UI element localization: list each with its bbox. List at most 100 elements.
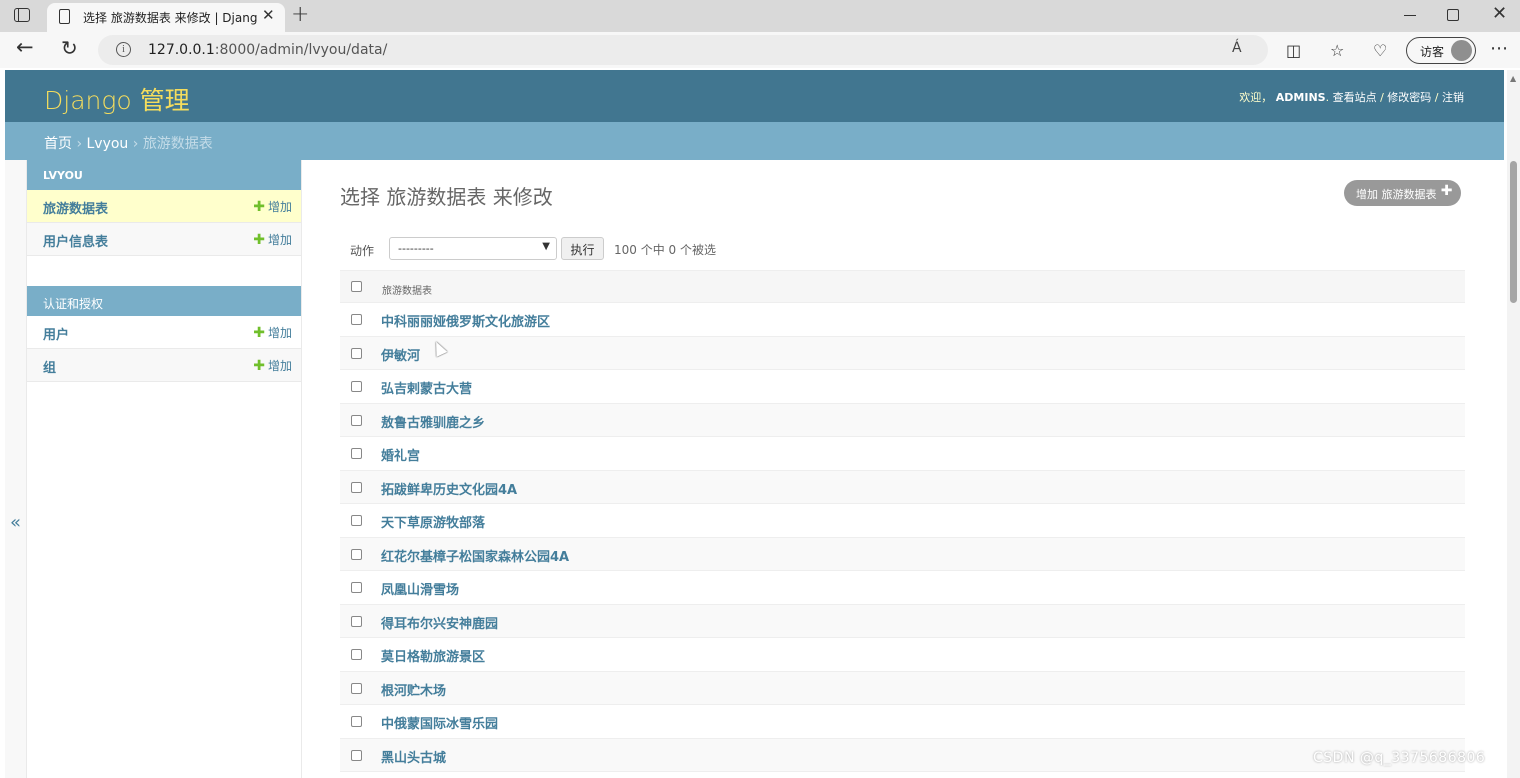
separator: / xyxy=(1431,91,1442,104)
window-close-icon[interactable]: ✕ xyxy=(1492,3,1507,24)
sidebar-item-lvyou-data: 旅游数据表 ✚ 增加 xyxy=(27,190,301,223)
row-link[interactable]: 中俄蒙国际冰雪乐园 xyxy=(381,713,498,732)
table-row: 天下草原游牧部落 xyxy=(340,504,1465,538)
breadcrumb-app[interactable]: Lvyou xyxy=(87,136,129,152)
table-row: 拓跋鲜卑历史文化园4A xyxy=(340,470,1465,504)
row-link[interactable]: 中科丽丽娅俄罗斯文化旅游区 xyxy=(381,311,550,330)
row-link[interactable]: 根河贮木场 xyxy=(381,680,446,699)
row-checkbox[interactable] xyxy=(351,682,362,694)
logout-link[interactable]: 注销 xyxy=(1442,91,1464,104)
browser-essentials-icon[interactable]: ♡ xyxy=(1373,41,1387,60)
row-checkbox[interactable] xyxy=(351,515,362,526)
sidebar-toggle[interactable]: « xyxy=(5,160,27,778)
run-action-button[interactable]: 执行 xyxy=(561,237,604,260)
minimize-icon[interactable] xyxy=(1404,15,1416,16)
chevron-down-icon: ▼ xyxy=(542,241,550,252)
table-row: 弘吉剌蒙古大营 xyxy=(340,370,1465,404)
table-row: 婚礼宫 xyxy=(340,437,1465,471)
welcome-text: 欢迎， xyxy=(1239,91,1273,104)
row-link[interactable]: 凤凰山滑雪场 xyxy=(381,579,459,598)
read-aloud-icon[interactable]: Á xyxy=(1232,40,1242,56)
sidebar-item-label[interactable]: 用户 xyxy=(43,324,69,343)
scroll-thumb[interactable] xyxy=(1510,161,1517,303)
change-password-link[interactable]: 修改密码 xyxy=(1387,91,1431,104)
separator: / xyxy=(1376,91,1388,104)
table-row: 得耳布尔兴安神鹿园 xyxy=(340,604,1465,638)
row-link[interactable]: 敖鲁古雅驯鹿之乡 xyxy=(381,412,485,431)
url-text[interactable]: 127.0.0.1:8000/admin/lvyou/data/ xyxy=(148,42,387,58)
new-tab-icon[interactable]: + xyxy=(291,2,309,27)
page-scrollbar[interactable]: ▲ xyxy=(1507,70,1520,778)
row-checkbox[interactable] xyxy=(351,716,362,727)
action-select[interactable]: --------- ▼ xyxy=(389,237,557,260)
row-link[interactable]: 得耳布尔兴安神鹿园 xyxy=(381,613,498,632)
table-row: 伊敏河 xyxy=(340,336,1465,370)
row-link[interactable]: 拓跋鲜卑历史文化园4A xyxy=(381,479,517,498)
close-tab-icon[interactable]: ✕ xyxy=(262,6,275,24)
row-checkbox[interactable] xyxy=(351,347,362,359)
back-arrow-icon[interactable]: ← xyxy=(16,35,34,59)
row-checkbox[interactable] xyxy=(351,314,362,325)
profile-button[interactable]: 访客 xyxy=(1406,37,1476,64)
page-title: 选择 旅游数据表 来修改 xyxy=(340,185,553,209)
table-header: 旅游数据表 xyxy=(340,270,1465,303)
row-link[interactable]: 婚礼宫 xyxy=(381,445,420,464)
row-checkbox[interactable] xyxy=(351,481,362,493)
row-checkbox[interactable] xyxy=(351,548,362,560)
row-checkbox[interactable] xyxy=(351,414,362,426)
module-caption[interactable]: 认证和授权 xyxy=(27,286,301,316)
add-icon: ✚ xyxy=(253,199,265,215)
row-link[interactable]: 弘吉剌蒙古大营 xyxy=(381,378,472,397)
view-site-link[interactable]: 查看站点 xyxy=(1333,91,1377,104)
maximize-icon[interactable] xyxy=(1447,9,1459,21)
module-caption[interactable]: LVYOU xyxy=(27,160,301,190)
table-body: 中科丽丽娅俄罗斯文化旅游区 伊敏河弘吉剌蒙古大营 敖鲁古雅驯鹿之乡 婚礼宫拓跋鲜卑历史… xyxy=(340,303,1465,772)
browser-toolbar: ← ↻ i 127.0.0.1:8000/admin/lvyou/data/ A… xyxy=(0,32,1520,68)
browser-tab[interactable]: 选择 旅游数据表 来修改 | Django ✕ xyxy=(47,3,285,32)
admin-header: Django 管理 欢迎， ADMINS. 查看站点 / 修改密码 / 注销 xyxy=(5,70,1504,122)
row-link[interactable]: 莫日格勒旅游景区 xyxy=(381,646,485,665)
scroll-up-icon[interactable]: ▲ xyxy=(1510,74,1516,83)
row-checkbox[interactable] xyxy=(351,749,362,761)
result-list: 旅游数据表 中科丽丽娅俄罗斯文化旅游区 伊敏河弘吉剌蒙古大营 敖鲁古雅驯鹿之乡 婚礼宫… xyxy=(340,270,1465,772)
select-all-checkbox[interactable] xyxy=(351,281,362,292)
add-object-label: 增加 旅游数据表 xyxy=(1356,188,1437,201)
row-checkbox[interactable] xyxy=(351,615,362,627)
tab-actions-icon[interactable] xyxy=(14,8,30,22)
row-link[interactable]: 天下草原游牧部落 xyxy=(381,512,485,531)
collapse-sidebar-icon[interactable]: « xyxy=(10,512,21,533)
row-checkbox[interactable] xyxy=(351,649,362,660)
row-checkbox[interactable] xyxy=(351,381,362,392)
admin-page: Django 管理 欢迎， ADMINS. 查看站点 / 修改密码 / 注销 首… xyxy=(5,70,1504,778)
site-info-icon[interactable]: i xyxy=(116,42,131,57)
column-header[interactable]: 旅游数据表 xyxy=(382,282,432,297)
module-auth: 认证和授权 用户 ✚ 增加 组 ✚ 增加 xyxy=(27,286,301,382)
more-menu-icon[interactable]: ⋯ xyxy=(1490,38,1508,59)
add-link[interactable]: ✚ 增加 xyxy=(253,231,292,248)
address-bar[interactable]: i 127.0.0.1:8000/admin/lvyou/data/ Á xyxy=(98,35,1268,65)
split-screen-icon[interactable]: ◫ xyxy=(1286,41,1301,60)
reload-icon[interactable]: ↻ xyxy=(61,36,78,60)
row-checkbox[interactable] xyxy=(351,582,362,593)
add-link[interactable]: ✚ 增加 xyxy=(253,357,292,374)
sidebar-item-label[interactable]: 旅游数据表 xyxy=(43,198,108,217)
row-link[interactable]: 红花尔基樟子松国家森林公园4A xyxy=(381,546,569,565)
row-link[interactable]: 伊敏河 xyxy=(381,345,420,364)
add-link[interactable]: ✚ 增加 xyxy=(253,198,292,215)
breadcrumb: 首页 › Lvyou › 旅游数据表 xyxy=(5,122,1504,160)
site-branding[interactable]: Django 管理 xyxy=(44,81,190,117)
add-icon: ✚ xyxy=(1440,183,1453,199)
sidebar-item-label[interactable]: 组 xyxy=(43,357,56,376)
add-object-button[interactable]: 增加 旅游数据表 ✚ xyxy=(1344,180,1461,206)
row-checkbox[interactable] xyxy=(351,448,362,459)
breadcrumb-separator: › xyxy=(72,136,87,152)
breadcrumb-home[interactable]: 首页 xyxy=(44,136,72,152)
row-link[interactable]: 黑山头古城 xyxy=(381,747,446,766)
add-link[interactable]: ✚ 增加 xyxy=(253,324,292,341)
page-icon xyxy=(59,9,70,24)
avatar-icon xyxy=(1451,40,1472,61)
sidebar-item-groups: 组 ✚ 增加 xyxy=(27,349,301,382)
watermark: CSDN @q_3375686806 xyxy=(1313,750,1486,766)
sidebar-item-label[interactable]: 用户信息表 xyxy=(43,231,108,250)
favorites-icon[interactable]: ☆ xyxy=(1330,41,1344,60)
